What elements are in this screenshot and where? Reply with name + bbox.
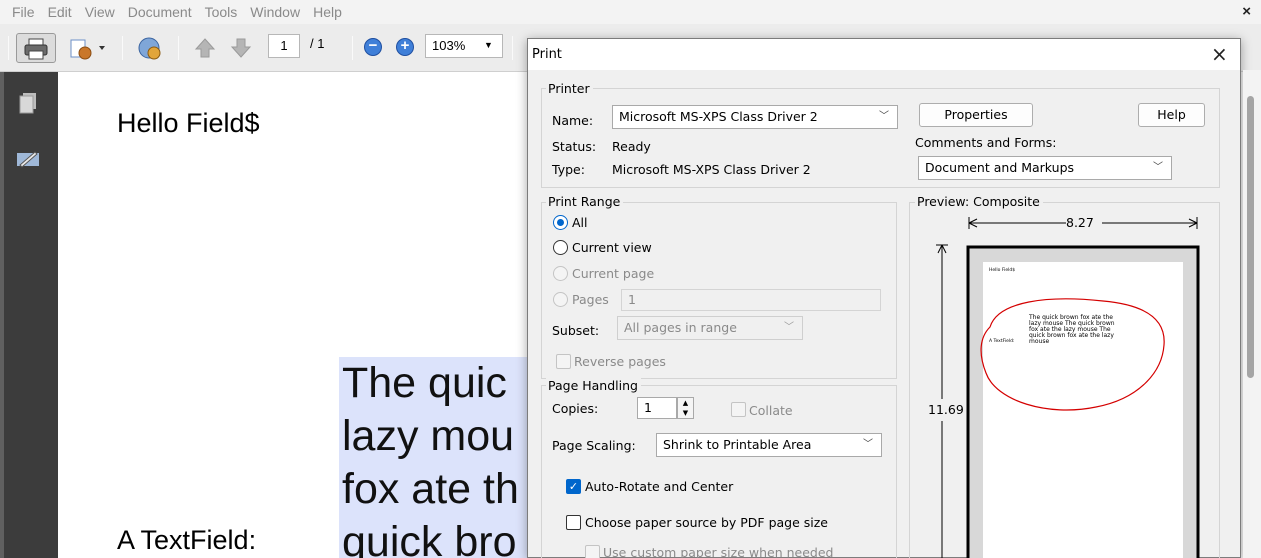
previous-page-icon [194,38,216,58]
menu-tools[interactable]: Tools [197,4,243,20]
text-field[interactable]: The quic lazy mou fox ate th quick bro [339,357,529,558]
textfield-label: A TextField: [117,525,257,555]
create-pdf-button[interactable] [66,33,110,63]
toolbar-separator [178,36,179,60]
print-preview [926,214,1200,558]
preview-line: mouse [1029,338,1050,345]
previous-page-button[interactable] [190,33,220,63]
text-line: The quic [342,359,507,407]
collaborate-icon [138,37,161,60]
create-pdf-icon [70,39,105,60]
menu-bar: File Edit View Document Tools Window Hel… [0,0,1261,24]
hello-field[interactable]: Hello Field$ [117,108,260,139]
print-button[interactable] [16,33,56,63]
zoom-in-icon[interactable]: + [396,38,414,56]
next-page-button[interactable] [226,33,256,63]
navigation-pane [0,72,58,558]
menu-edit[interactable]: Edit [40,4,77,20]
zoom-out-icon[interactable]: − [364,38,382,56]
signatures-panel-icon[interactable] [16,148,40,172]
text-line: lazy mou [342,412,515,460]
toolbar-grip [8,36,9,60]
menu-view[interactable]: View [77,4,120,20]
text-line: fox ate th [342,465,519,513]
app-close-icon[interactable]: × [1242,3,1251,20]
toolbar-separator [352,36,353,60]
toolbar-separator [122,36,123,60]
scrollbar-thumb[interactable] [1247,96,1254,378]
preview-width-value: 8.27 [1066,215,1094,230]
menu-window[interactable]: Window [242,4,305,20]
page-total: / 1 [310,36,325,51]
next-page-icon [230,38,252,58]
preview-hello-text: Hello Field$ [989,268,1016,273]
page-number-input[interactable]: 1 [268,34,300,58]
menu-document[interactable]: Document [120,4,197,20]
toolbar-separator [512,36,513,60]
zoom-dropdown-arrow-icon[interactable]: ▼ [484,34,493,56]
preview-textfield-label: A TextField: [989,339,1015,344]
preview-height-value: 11.69 [928,402,964,417]
preview-body-text: The quick brown fox ate the lazy mouse T… [1029,315,1115,345]
print-icon [24,38,48,60]
text-line: quick bro [342,518,517,558]
menu-file[interactable]: File [0,4,40,20]
pages-panel-icon[interactable] [18,92,38,114]
menu-help[interactable]: Help [305,4,347,20]
print-dialog: Print × Printer Name: Microsoft MS-XPS C… [527,38,1241,558]
collaborate-button[interactable] [132,33,168,63]
